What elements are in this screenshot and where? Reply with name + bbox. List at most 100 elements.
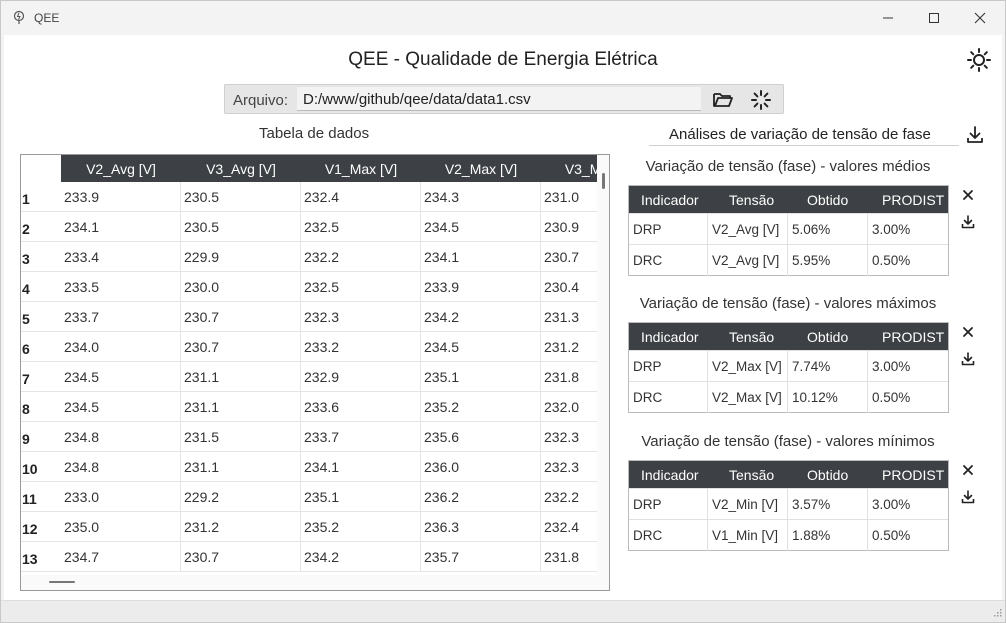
table-cell[interactable]: 233.4 [61,242,181,272]
table-cell[interactable]: 232.5 [301,272,421,302]
column-header[interactable]: V2_Avg [V] [61,155,181,182]
table-cell[interactable]: 234.1 [301,452,421,482]
table-cell[interactable]: 235.2 [421,392,541,422]
table-cell[interactable]: 233.9 [61,182,181,212]
table-row[interactable]: 3 233.4 229.9 232.2 234.1 230.7 [21,242,597,272]
table-cell[interactable]: 234.5 [61,362,181,392]
result-cell: DRP [633,359,662,374]
table-cell[interactable]: 235.0 [61,512,181,542]
result-cell: 0.50% [872,528,911,543]
table-cell[interactable]: 231.1 [181,452,301,482]
table-cell[interactable]: 231.5 [181,422,301,452]
table-cell[interactable]: 235.1 [421,362,541,392]
table-cell[interactable]: 235.1 [301,482,421,512]
data-table[interactable]: V2_Avg [V] V3_Avg [V] V1_Max [V] V2_Max … [20,154,610,591]
horizontal-scrollbar[interactable] [21,575,597,590]
title-bar: QEE [1,1,1005,35]
table-row[interactable]: 10 234.8 231.1 234.1 236.0 232.3 [21,452,597,482]
table-cell[interactable]: 232.4 [301,182,421,212]
download-icon [961,215,975,229]
table-cell[interactable]: 234.7 [61,542,181,572]
download-section-button[interactable] [959,350,977,368]
status-bar [1,600,1005,622]
minimize-button[interactable] [865,1,911,35]
table-cell[interactable]: 234.1 [421,242,541,272]
table-cell[interactable]: 234.3 [421,182,541,212]
table-row[interactable]: 13 234.7 230.7 234.2 235.7 231.8 [21,542,597,572]
table-row[interactable]: 4 233.5 230.0 232.5 233.9 230.4 [21,272,597,302]
table-cell[interactable]: 230.7 [181,332,301,362]
table-cell[interactable]: 234.5 [61,392,181,422]
table-cell[interactable]: 233.5 [61,272,181,302]
table-cell[interactable]: 234.5 [421,212,541,242]
remove-section-button[interactable] [959,461,977,479]
table-cell[interactable]: 232.5 [301,212,421,242]
table-cell[interactable]: 234.5 [421,332,541,362]
table-cell[interactable]: 229.9 [181,242,301,272]
result-column-header: Obtido [807,329,849,345]
table-row[interactable]: 12 235.0 231.2 235.2 236.3 232.4 [21,512,597,542]
file-path-input[interactable]: D:/www/github/qee/data/data1.csv [297,87,701,111]
table-cell[interactable]: 230.7 [181,542,301,572]
table-cell[interactable]: 231.1 [181,392,301,422]
maximize-button[interactable] [911,1,957,35]
table-cell[interactable]: 231.1 [181,362,301,392]
open-file-button[interactable] [711,88,735,112]
table-row[interactable]: 1 233.9 230.5 232.4 234.3 231.0 [21,182,597,212]
row-index: 5 [22,311,30,327]
scrollbar-thumb[interactable] [49,581,75,583]
table-cell[interactable]: 230.5 [181,212,301,242]
table-cell[interactable]: 230.0 [181,272,301,302]
scrollbar-thumb[interactable] [602,173,605,189]
table-cell[interactable]: 230.5 [181,182,301,212]
table-cell[interactable]: 235.6 [421,422,541,452]
table-cell[interactable]: 232.9 [301,362,421,392]
table-cell[interactable]: 233.0 [61,482,181,512]
table-row[interactable]: 7 234.5 231.1 232.9 235.1 231.8 [21,362,597,392]
table-cell[interactable]: 229.2 [181,482,301,512]
result-cell: V2_Min [V] [712,497,779,512]
table-cell[interactable]: 233.9 [421,272,541,302]
table-cell[interactable]: 234.1 [61,212,181,242]
column-header[interactable]: V3_Avg [V] [181,155,301,182]
table-cell[interactable]: 230.7 [181,302,301,332]
table-row[interactable]: 8 234.5 231.1 233.6 235.2 232.0 [21,392,597,422]
table-cell[interactable]: 234.8 [61,452,181,482]
table-cell[interactable]: 236.2 [421,482,541,512]
table-row[interactable]: 9 234.8 231.5 233.7 235.6 232.3 [21,422,597,452]
table-cell[interactable]: 236.3 [421,512,541,542]
column-header[interactable]: V1_Max [V] [301,155,421,182]
table-row[interactable]: 5 233.7 230.7 232.3 234.2 231.3 [21,302,597,332]
table-cell[interactable]: 232.3 [301,302,421,332]
vertical-scrollbar[interactable] [597,155,609,590]
table-row[interactable]: 6 234.0 230.7 233.2 234.5 231.2 [21,332,597,362]
table-cell[interactable]: 236.0 [421,452,541,482]
result-cell: V1_Min [V] [712,528,779,543]
download-section-button[interactable] [959,488,977,506]
remove-section-button[interactable] [959,323,977,341]
table-cell[interactable]: 234.8 [61,422,181,452]
table-cell[interactable]: 234.0 [61,332,181,362]
resize-grip-icon[interactable] [992,609,1002,619]
table-cell[interactable]: 234.2 [421,302,541,332]
table-cell[interactable]: 233.7 [61,302,181,332]
close-window-button[interactable] [957,1,1003,35]
table-cell[interactable]: 233.7 [301,422,421,452]
table-cell[interactable]: 233.6 [301,392,421,422]
analysis-title: Análises de variação de tensão de fase [669,126,931,143]
table-row[interactable]: 11 233.0 229.2 235.1 236.2 232.2 [21,482,597,512]
table-row[interactable]: 2 234.1 230.5 232.5 234.5 230.9 [21,212,597,242]
remove-section-button[interactable] [959,186,977,204]
table-cell[interactable]: 233.2 [301,332,421,362]
result-table-header: Indicador Tensão Obtido PRODIST [629,186,948,213]
table-cell[interactable]: 234.2 [301,542,421,572]
result-column-header: Obtido [807,192,849,208]
theme-toggle-button[interactable] [966,47,992,73]
download-all-button[interactable] [964,124,986,146]
table-cell[interactable]: 235.7 [421,542,541,572]
table-cell[interactable]: 235.2 [301,512,421,542]
table-cell[interactable]: 231.2 [181,512,301,542]
download-section-button[interactable] [959,213,977,231]
table-cell[interactable]: 232.2 [301,242,421,272]
column-header[interactable]: V2_Max [V] [421,155,541,182]
